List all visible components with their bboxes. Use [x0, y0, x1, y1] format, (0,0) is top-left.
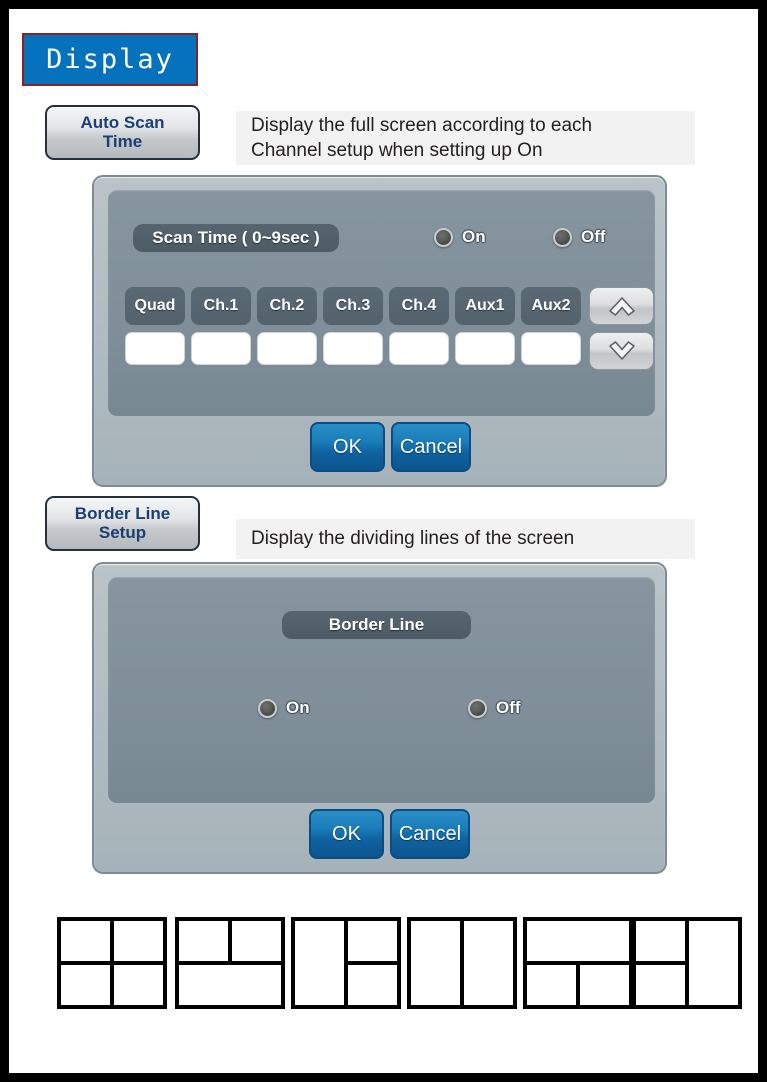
page-title-label: Display	[46, 44, 174, 75]
screen-layout-two-left-one-right[interactable]	[632, 917, 742, 1009]
divider-vertical	[576, 961, 580, 1005]
auto-scan-description-line1: Display the full screen according to eac…	[251, 114, 593, 136]
border-line-label-line1: Border Line	[74, 504, 171, 524]
channel-button-ch2-label: Ch.2	[269, 297, 305, 314]
auto-scan-time-description: Display the full screen according to eac…	[236, 111, 695, 165]
scan-time-cancel-button[interactable]: Cancel	[391, 422, 471, 472]
divider-horizontal	[636, 961, 689, 965]
channel-input-quad[interactable]	[125, 332, 185, 365]
auto-scan-time-button[interactable]: Auto Scan Time	[45, 105, 200, 160]
scan-time-ok-button[interactable]: OK	[310, 422, 385, 472]
channel-button-aux2[interactable]: Aux2	[521, 287, 581, 325]
channel-input-ch3[interactable]	[323, 332, 383, 365]
scan-time-cancel-label: Cancel	[399, 435, 463, 458]
channel-input-ch4[interactable]	[389, 332, 449, 365]
channel-input-ch1[interactable]	[191, 332, 251, 365]
section-border-line-header: Border Line Setup Display the dividing l…	[45, 496, 695, 559]
divider-horizontal	[179, 961, 281, 965]
border-radio-off-label: Off	[496, 698, 521, 717]
divider-horizontal	[61, 961, 163, 965]
radio-on-icon	[434, 227, 453, 247]
page-content: Display Auto Scan Time Display the full …	[9, 9, 758, 1073]
border-line-description-text: Display the dividing lines of the screen	[251, 528, 575, 550]
channel-button-quad[interactable]: Quad	[125, 287, 185, 325]
border-line-radio-off[interactable]: Off	[468, 698, 521, 718]
chevron-down-icon	[608, 341, 635, 360]
border-line-description: Display the dividing lines of the screen	[236, 519, 695, 559]
channel-button-ch1-label: Ch.1	[203, 297, 239, 314]
channel-button-ch3-label: Ch.3	[335, 297, 371, 314]
border-line-setup-button[interactable]: Border Line Setup	[45, 496, 200, 551]
channel-button-quad-label: Quad	[134, 297, 176, 314]
scan-time-dialog: Scan Time ( 0~9sec ) On Off Quad Ch.1 Ch…	[92, 175, 667, 487]
border-line-pill-text: Border Line	[328, 615, 425, 634]
scan-time-increase-button[interactable]	[589, 287, 654, 325]
screen-layout-two-top-one-bottom[interactable]	[175, 917, 285, 1009]
channel-button-ch4[interactable]: Ch.4	[389, 287, 449, 325]
divider-vertical	[460, 921, 464, 1005]
auto-scan-time-button-label: Auto Scan Time	[80, 113, 165, 151]
screen-layout-quad-2x2[interactable]	[57, 917, 167, 1009]
channel-input-ch2[interactable]	[257, 332, 317, 365]
radio-off-label: Off	[581, 227, 606, 246]
radio-off-icon	[553, 227, 572, 247]
auto-scan-time-label-line2: Time	[102, 131, 143, 151]
chevron-up-icon	[608, 297, 635, 316]
channel-button-ch2[interactable]: Ch.2	[257, 287, 317, 325]
border-line-radio-on[interactable]: On	[258, 698, 310, 718]
scan-time-pill-label: Scan Time ( 0~9sec )	[133, 224, 339, 252]
border-line-cancel-label: Cancel	[398, 822, 462, 845]
page-frame: Display Auto Scan Time Display the full …	[0, 0, 767, 1082]
scan-time-radio-off[interactable]: Off	[553, 227, 606, 247]
border-line-setup-button-label: Border Line Setup	[74, 504, 171, 542]
channel-button-aux2-label: Aux2	[531, 297, 571, 314]
auto-scan-time-description-text: Display the full screen according to eac…	[251, 113, 592, 163]
channel-input-aux1[interactable]	[455, 332, 515, 365]
scan-time-decrease-button[interactable]	[589, 332, 654, 370]
divider-vertical	[228, 921, 232, 963]
channel-button-aux1[interactable]: Aux1	[455, 287, 515, 325]
page-title: Display	[22, 33, 198, 86]
radio-on-icon	[258, 698, 277, 718]
radio-off-icon	[468, 698, 487, 718]
section-auto-scan-time-header: Auto Scan Time Display the full screen a…	[45, 105, 695, 165]
channel-button-ch3[interactable]: Ch.3	[323, 287, 383, 325]
border-line-ok-button[interactable]: OK	[309, 809, 384, 859]
channel-input-aux2[interactable]	[521, 332, 581, 365]
channel-button-ch4-label: Ch.4	[401, 297, 437, 314]
scan-time-radio-on[interactable]: On	[434, 227, 486, 247]
screen-layout-one-left-two-right[interactable]	[291, 917, 401, 1009]
border-radio-on-label: On	[286, 698, 310, 717]
divider-horizontal	[344, 961, 397, 965]
radio-on-label: On	[462, 227, 486, 246]
screen-layout-two-columns[interactable]	[407, 917, 517, 1009]
channel-button-aux1-label: Aux1	[465, 297, 505, 314]
border-line-pill-label: Border Line	[282, 611, 471, 639]
border-line-label-line2: Setup	[98, 522, 147, 542]
auto-scan-time-label-line1: Auto Scan	[80, 113, 165, 133]
border-line-dialog: Border Line On Off OK Cancel	[92, 562, 667, 874]
scan-time-ok-label: OK	[333, 435, 362, 458]
scan-time-pill-text: Scan Time ( 0~9sec )	[152, 228, 320, 247]
channel-button-ch1[interactable]: Ch.1	[191, 287, 251, 325]
border-line-cancel-button[interactable]: Cancel	[390, 809, 470, 859]
screen-layout-one-top-two-bottom[interactable]	[523, 917, 633, 1009]
border-line-ok-label: OK	[332, 822, 361, 845]
auto-scan-description-line2: Channel setup when setting up On	[251, 140, 543, 161]
